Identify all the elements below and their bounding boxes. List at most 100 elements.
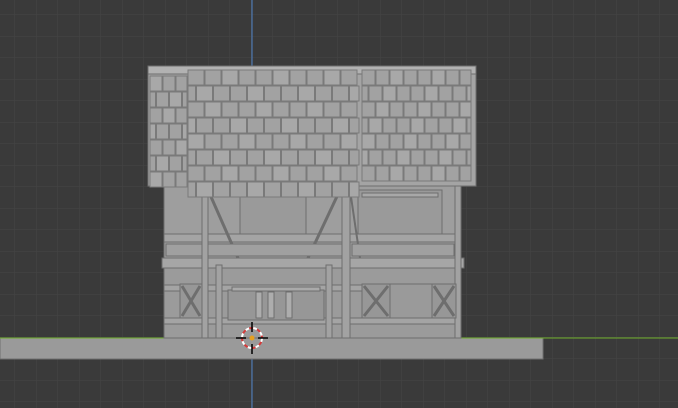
roof-shingle [298,117,315,134]
roof-shingle [452,85,467,102]
3d-viewport[interactable] [0,0,678,408]
beam-mid-upper [163,233,462,243]
roof-shingle [149,107,163,124]
roof-shingle [396,85,411,102]
roof-shingle [417,69,432,86]
roof-shingle [247,117,264,134]
roof-shingle [332,149,349,166]
roof-shingle [221,165,239,182]
roof-shingle [238,165,256,182]
roof-shingle [162,107,176,124]
roof-shingle [149,139,163,156]
roof-shingle [149,75,163,92]
roof-shingle [323,165,341,182]
roof-shingle [382,85,397,102]
roof-shingle [187,181,196,198]
roof-shingle [459,69,472,86]
roof-shingle [382,149,397,166]
roof-shingle [361,149,369,166]
post-left [201,181,209,339]
roof-shingle [169,123,182,140]
roof-shingle [238,69,256,86]
roof-shingle [230,181,247,198]
roof-shingle [431,133,446,150]
roof-shingle [281,117,298,134]
roof-shingle [255,165,273,182]
roof-shingle [187,165,205,182]
roof-shingle [340,101,358,118]
roof-shingle [466,117,472,134]
roof-shingle [264,181,281,198]
roof-shingle [182,123,188,140]
roof-shingle [298,149,315,166]
roof-shingle [187,101,205,118]
roof-shingle [182,155,188,172]
x-brace-right-2 [431,283,457,319]
roof-shingle [375,69,390,86]
roof-shingle [247,149,264,166]
roof-shingle [264,117,281,134]
roof-shingle [169,91,182,108]
roof-shingle [289,133,307,150]
roof-shingle [162,75,176,92]
roof-shingle [424,117,439,134]
roof-shingle [221,69,239,86]
roof-shingle [452,149,467,166]
roof-shingle [361,133,376,150]
roof-shingle [438,85,453,102]
roof-shingle [213,85,230,102]
roof-shingle [459,165,472,182]
roof-shingle [445,69,460,86]
roof-shingle [340,165,358,182]
roof-shingle [431,165,446,182]
roof-shingle [445,101,460,118]
roof-shingle [349,85,360,102]
roof-shingle [272,101,290,118]
roof-shingle [349,181,360,198]
roof-shingle [403,101,418,118]
roof-shingle [149,171,163,188]
roof-shingle [156,123,169,140]
roof-shingle [213,117,230,134]
roof-shingle [221,133,239,150]
roof-shingle [445,165,460,182]
ground-slab[interactable] [0,337,544,360]
roof-shingles [149,69,472,198]
roof-shingle [289,165,307,182]
roof-shingle [238,133,256,150]
post-door-right [325,264,333,339]
roof-shingle [196,117,213,134]
roof-shingle [349,117,360,134]
roof-shingle [255,69,273,86]
roof-shingle [281,181,298,198]
roof-shingle [306,165,324,182]
roof-shingle [361,85,369,102]
roof-shingle [247,85,264,102]
roof-shingle [375,165,390,182]
roof-shingle [272,133,290,150]
x-brace-right-1 [361,283,391,319]
roof-shingle [196,181,213,198]
roof-shingle [204,165,222,182]
roof-shingle [332,85,349,102]
roof-shingle [431,69,446,86]
roof-shingle [361,69,376,86]
roof-shingle [466,149,472,166]
roof-shingle [221,101,239,118]
roof-shingle [175,139,188,156]
roof-shingle [349,149,360,166]
roof-shingle [389,101,404,118]
roof-shingle [255,101,273,118]
roof-shingle [368,117,383,134]
roof-shingle [396,149,411,166]
roof-shingle [389,69,404,86]
roof-shingle [332,181,349,198]
roof-shingle [368,85,383,102]
roof-shingle [204,101,222,118]
roof-shingle [375,133,390,150]
roof-shingle [238,101,256,118]
roof-shingle [315,117,332,134]
roof-shingle [323,69,341,86]
roof-shingle [410,117,425,134]
roof-shingle [315,85,332,102]
